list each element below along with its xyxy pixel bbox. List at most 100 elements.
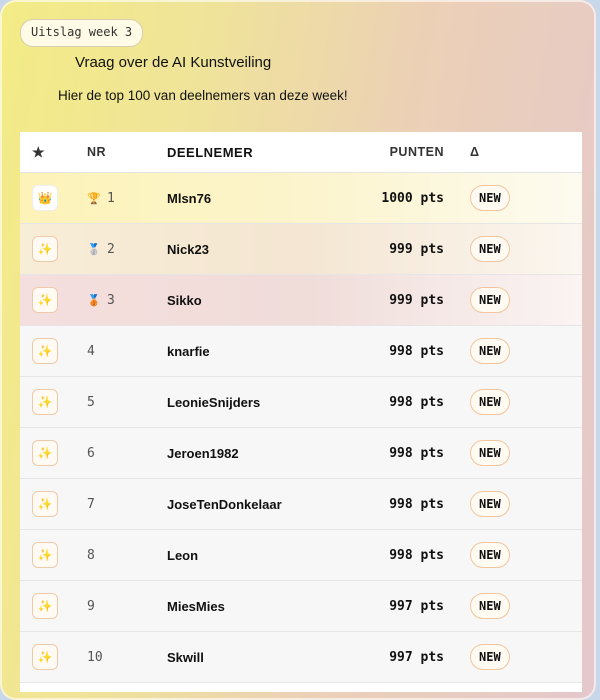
- new-badge: NEW: [470, 644, 510, 670]
- rank-number: 6: [87, 445, 95, 461]
- points-value: 998 pts: [389, 394, 444, 410]
- table-row[interactable]: 👑 🏆 1 Mlsn76 1000 pts NEW: [20, 173, 582, 224]
- points-value: 997 pts: [389, 598, 444, 614]
- rank-number: 5: [87, 394, 95, 410]
- table-header: ★ NR DEELNEMER PUNTEN Δ: [20, 132, 582, 173]
- delta-cell: NEW: [444, 236, 510, 262]
- sparkle-icon: ✨: [32, 440, 58, 466]
- row-icon-cell: ✨: [20, 440, 87, 466]
- new-badge: NEW: [470, 440, 510, 466]
- rank-cell: 🏆 1: [87, 191, 167, 206]
- week-badge: Uitslag week 3: [20, 19, 144, 47]
- points-value: 998 pts: [389, 547, 444, 563]
- delta-cell: NEW: [444, 389, 510, 415]
- delta-cell: NEW: [444, 185, 510, 211]
- column-header-star[interactable]: ★: [20, 144, 87, 161]
- row-icon-cell: ✨: [20, 287, 87, 313]
- new-badge: NEW: [470, 593, 510, 619]
- column-header-delta[interactable]: Δ: [444, 145, 479, 159]
- new-badge: NEW: [470, 389, 510, 415]
- table-row[interactable]: ✨ 10 Skwill 997 pts NEW: [20, 632, 582, 683]
- rank-number: 8: [87, 547, 95, 563]
- participant-name: Jeroen1982: [167, 445, 239, 461]
- leaderboard-card: Uitslag week 3 Vraag over de AI Kunstvei…: [0, 0, 596, 700]
- delta-cell: NEW: [444, 338, 510, 364]
- row-icon-cell: ✨: [20, 491, 87, 517]
- rank-number: 3: [107, 292, 115, 308]
- column-header-nr[interactable]: NR: [87, 145, 167, 159]
- points-value: 998 pts: [389, 445, 444, 461]
- participant-name: JoseTenDonkelaar: [167, 496, 282, 512]
- row-icon-cell: ✨: [20, 236, 87, 262]
- sparkle-icon: ✨: [32, 644, 58, 670]
- row-icon-cell: ✨: [20, 593, 87, 619]
- new-badge: NEW: [470, 542, 510, 568]
- delta-cell: NEW: [444, 542, 510, 568]
- sparkle-icon: ✨: [32, 287, 58, 313]
- points-value: 1000 pts: [381, 190, 444, 206]
- delta-cell: NEW: [444, 644, 510, 670]
- sparkle-icon: ✨: [32, 491, 58, 517]
- points-value: 997 pts: [389, 649, 444, 665]
- rank-cell: 6: [87, 446, 167, 461]
- participant-name: LeonieSnijders: [167, 394, 261, 410]
- medal-icon: 🏆: [87, 191, 101, 205]
- column-header-name[interactable]: DEELNEMER: [167, 145, 327, 160]
- points-value: 999 pts: [389, 292, 444, 308]
- new-badge: NEW: [470, 338, 510, 364]
- table-row[interactable]: ✨ 🥈 2 Nick23 999 pts NEW: [20, 224, 582, 275]
- row-icon-cell: ✨: [20, 644, 87, 670]
- table-row[interactable]: ✨ 8 Leon 998 pts NEW: [20, 530, 582, 581]
- rank-number: 9: [87, 598, 95, 614]
- rank-number: 1: [107, 190, 115, 206]
- rank-number: 2: [107, 241, 115, 257]
- new-badge: NEW: [470, 287, 510, 313]
- leaderboard-table: ★ NR DEELNEMER PUNTEN Δ 👑 🏆 1 Mlsn76 1000 pt…: [20, 132, 582, 692]
- sparkle-icon: ✨: [32, 338, 58, 364]
- row-icon-cell: ✨: [20, 389, 87, 415]
- rank-cell: 9: [87, 599, 167, 614]
- table-body: 👑 🏆 1 Mlsn76 1000 pts NEW ✨ 🥈 2 Nick23 999 pts NEW ✨…: [20, 173, 582, 683]
- row-icon-cell: 👑: [20, 185, 87, 211]
- points-value: 999 pts: [389, 241, 444, 257]
- delta-cell: NEW: [444, 593, 510, 619]
- row-icon-cell: ✨: [20, 542, 87, 568]
- rank-cell: 5: [87, 395, 167, 410]
- participant-name: Mlsn76: [167, 190, 212, 206]
- rank-cell: 🥉 3: [87, 293, 167, 308]
- table-row[interactable]: ✨ 🥉 3 Sikko 999 pts NEW: [20, 275, 582, 326]
- page-title: Vraag over de AI Kunstveiling: [75, 54, 272, 71]
- rank-cell: 8: [87, 548, 167, 563]
- points-value: 998 pts: [389, 496, 444, 512]
- rank-number: 4: [87, 343, 95, 359]
- medal-icon: 🥈: [87, 242, 101, 256]
- table-row[interactable]: ✨ 9 MiesMies 997 pts NEW: [20, 581, 582, 632]
- delta-cell: NEW: [444, 287, 510, 313]
- table-row[interactable]: ✨ 4 knarfie 998 pts NEW: [20, 326, 582, 377]
- table-row[interactable]: ✨ 6 Jeroen1982 998 pts NEW: [20, 428, 582, 479]
- table-row[interactable]: ✨ 5 LeonieSnijders 998 pts NEW: [20, 377, 582, 428]
- sparkle-icon: ✨: [32, 236, 58, 262]
- participant-name: Sikko: [167, 292, 202, 308]
- column-header-points[interactable]: PUNTEN: [327, 145, 444, 159]
- row-icon-cell: ✨: [20, 338, 87, 364]
- sparkle-icon: ✨: [32, 389, 58, 415]
- participant-name: Nick23: [167, 241, 209, 257]
- rank-number: 7: [87, 496, 95, 512]
- participant-name: Skwill: [167, 649, 204, 665]
- new-badge: NEW: [470, 185, 510, 211]
- rank-cell: 🥈 2: [87, 242, 167, 257]
- rank-number: 10: [87, 649, 103, 665]
- participant-name: MiesMies: [167, 598, 225, 614]
- table-row[interactable]: ✨ 7 JoseTenDonkelaar 998 pts NEW: [20, 479, 582, 530]
- delta-cell: NEW: [444, 440, 510, 466]
- page-subtitle: Hier de top 100 van deelnemers van deze …: [58, 88, 348, 103]
- new-badge: NEW: [470, 491, 510, 517]
- sparkle-icon: ✨: [32, 542, 58, 568]
- sparkle-icon: ✨: [32, 593, 58, 619]
- participant-name: knarfie: [167, 343, 210, 359]
- points-value: 998 pts: [389, 343, 444, 359]
- new-badge: NEW: [470, 236, 510, 262]
- medal-icon: 🥉: [87, 293, 101, 307]
- participant-name: Leon: [167, 547, 199, 563]
